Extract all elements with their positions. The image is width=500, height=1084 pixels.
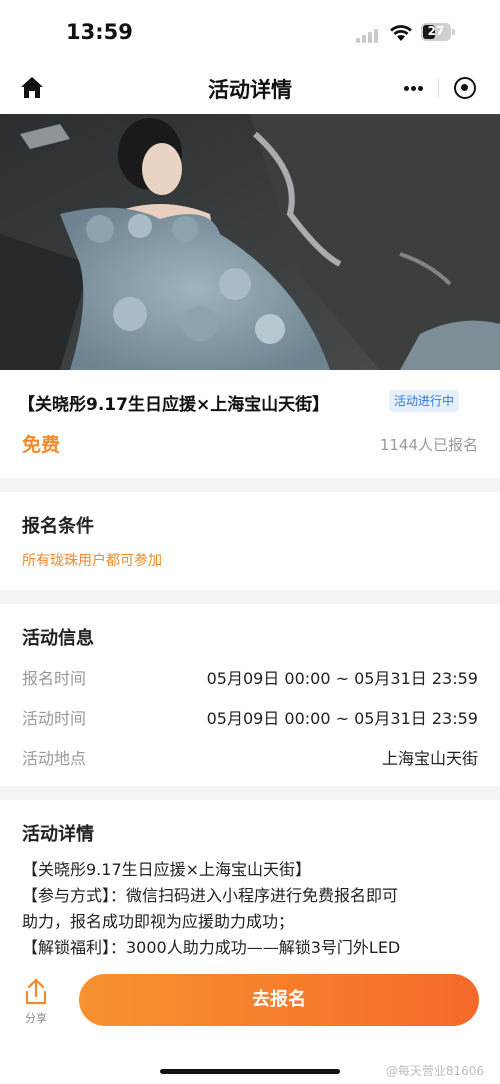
info-title: 活动信息 [22,628,94,649]
status-time: 13:59 [66,20,133,44]
event-summary-card: 【关晓彤9.17生日应援×上海宝山天街】 活动进行中 免费 1144人已报名 [0,370,500,478]
more-dots-icon [404,86,409,91]
info-row-signup-time: 报名时间 05月09日 00:00 ~ 05月31日 23:59 [22,665,478,691]
register-button[interactable]: 去报名 [79,974,479,1026]
target-icon [461,84,468,91]
share-icon [25,978,47,1005]
status-badge: 活动进行中 [389,390,460,412]
location-value[interactable]: 上海宝山天街 [382,745,478,769]
info-row-location[interactable]: 活动地点 上海宝山天街 [22,745,478,771]
price: 免费 [22,434,61,456]
details-title: 活动详情 [22,824,94,845]
more-button[interactable] [388,70,438,106]
event-title: 【关晓彤9.17生日应援×上海宝山天街】 [18,395,330,415]
event-banner-image [0,114,500,370]
detail-line: 助力，报名成功即视为应援助力成功； [22,912,295,931]
conditions-card: 报名条件 所有珑珠用户都可参加 [0,492,500,590]
mini-program-capsule [388,70,488,106]
detail-line: 【参与方式】：微信扫码进入小程序进行免费报名即可 [22,886,399,905]
info-value: 05月09日 00:00 ~ 05月31日 23:59 [206,669,478,688]
share-button[interactable]: 分享 [16,976,56,1026]
info-value: 05月09日 00:00 ~ 05月31日 23:59 [206,709,478,728]
detail-line: 【关晓彤9.17生日应援×上海宝山天街】 [22,860,312,879]
detail-line: 【解锁福利】：3000人助力成功——解锁3号门外LED [22,938,401,957]
info-row-event-time: 活动时间 05月09日 00:00 ~ 05月31日 23:59 [22,705,478,731]
info-label: 报名时间 [22,669,87,688]
info-label: 活动地点 [22,749,87,768]
battery-level: 27 [427,24,445,38]
nav-bar: 活动详情 [0,62,500,114]
info-label: 活动时间 [22,709,87,728]
close-mini-program-button[interactable] [454,77,476,99]
wifi-icon [390,25,412,41]
share-label: 分享 [25,1012,47,1025]
cellular-signal-icon [356,29,382,43]
conditions-title: 报名条件 [22,516,94,537]
conditions-text: 所有珑珠用户都可参加 [22,553,162,569]
event-info-card: 活动信息 报名时间 05月09日 00:00 ~ 05月31日 23:59 活动… [0,604,500,786]
status-bar: 13:59 27 [0,0,500,62]
battery-icon: 27 [421,23,451,41]
signup-count: 1144人已报名 [379,436,478,454]
watermark: @每天营业81606 [385,1064,484,1078]
bottom-action-bar: 分享 去报名 @每天营业81606 [0,962,500,1084]
home-indicator [160,1069,340,1074]
